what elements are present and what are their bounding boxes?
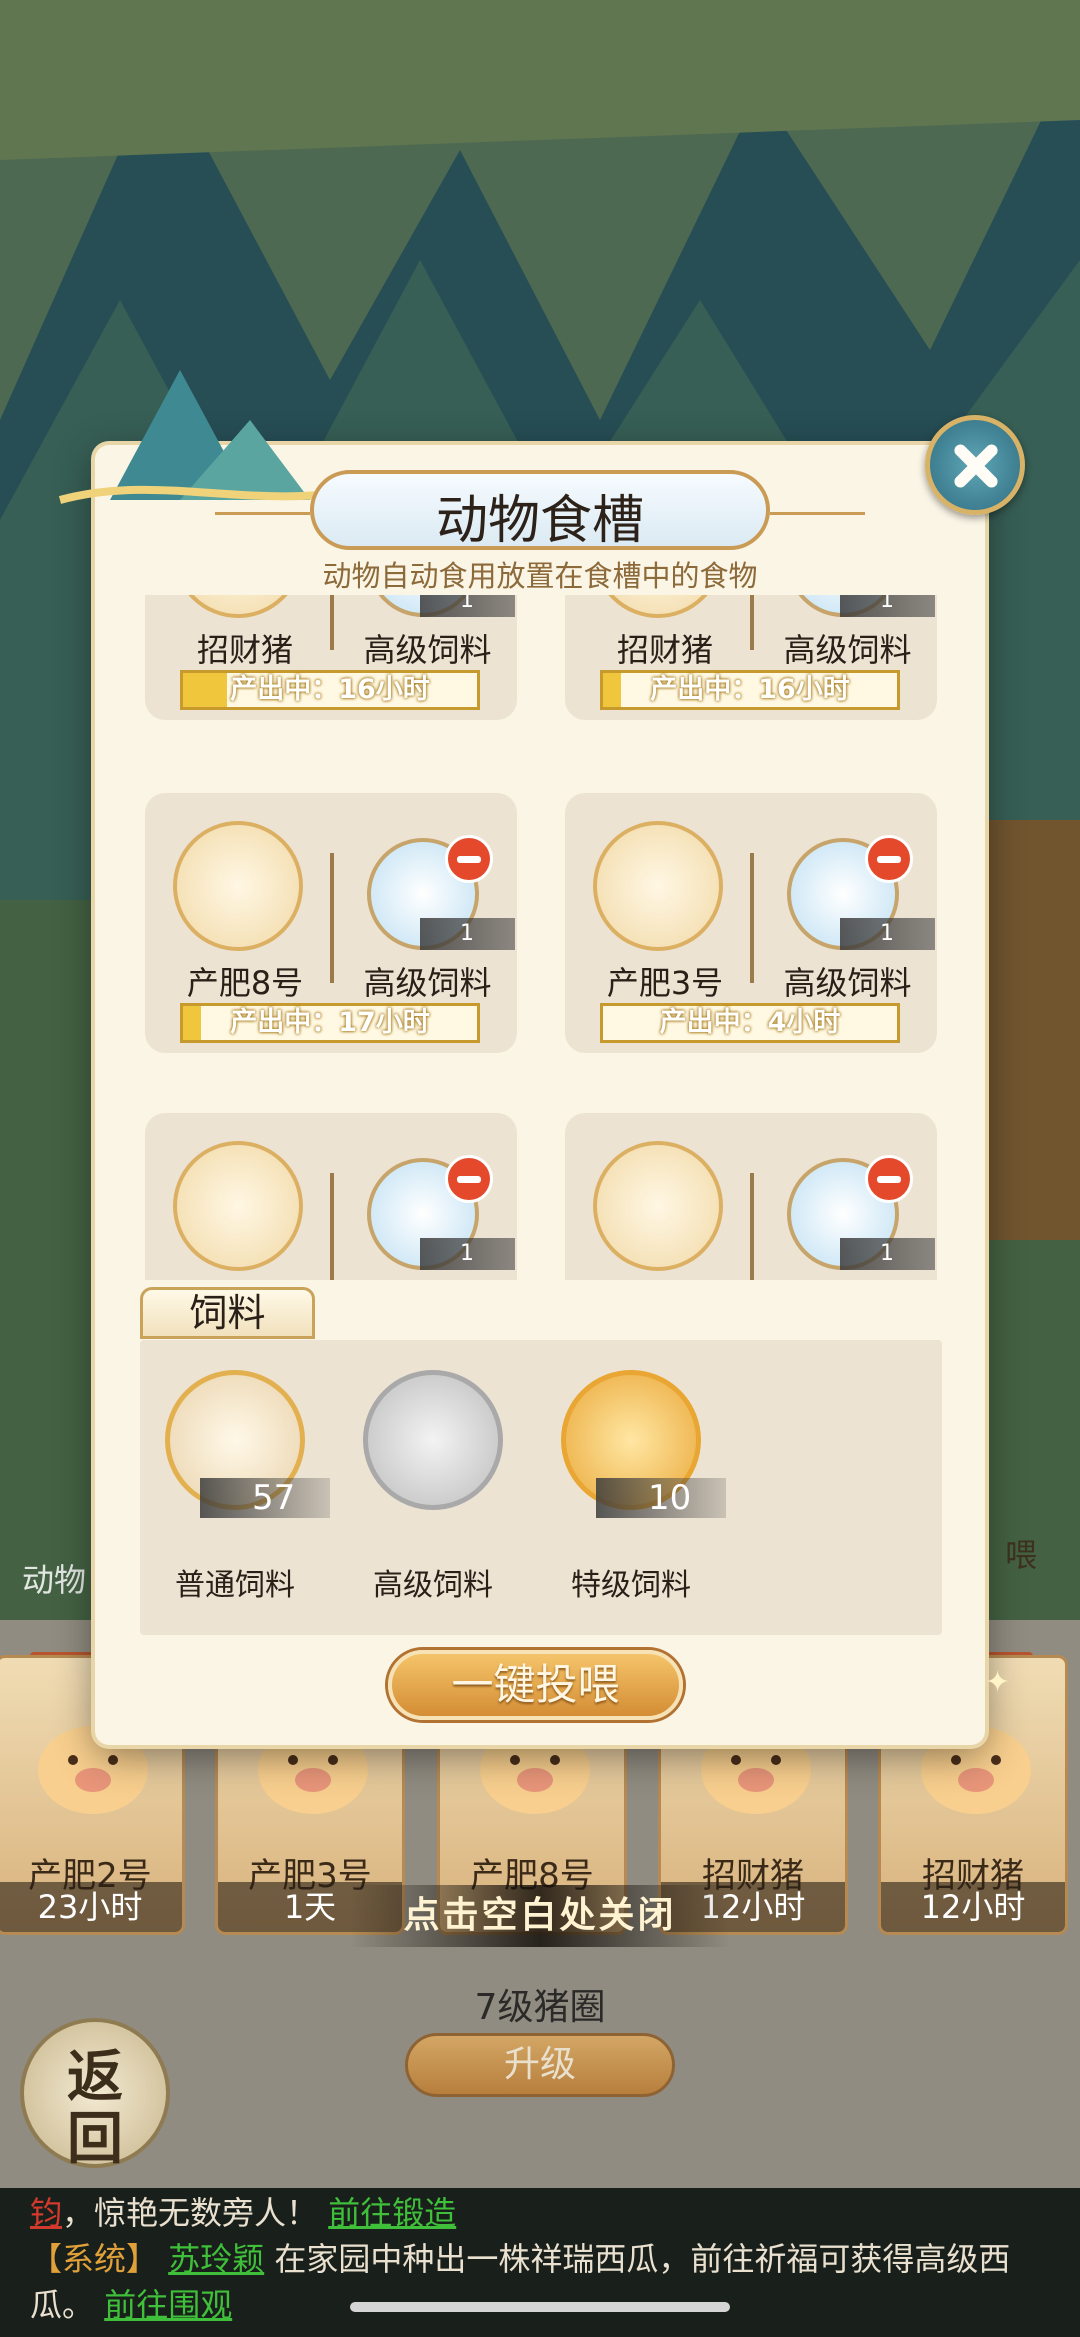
- remove-feed-icon[interactable]: [445, 1155, 493, 1203]
- pig-avatar-icon: [173, 821, 303, 951]
- feed-quantity: 57: [200, 1478, 330, 1518]
- trough-card[interactable]: 1 产肥3号 高级饲料 产出中：4小时: [565, 793, 937, 1053]
- trough-list[interactable]: 1 招财猪 高级饲料 产出中：16小时 1 招财猪 高级饲料 产出中：16小时 …: [140, 595, 940, 1280]
- pig-avatar-icon: [173, 595, 303, 618]
- feed-name: 高级饲料: [783, 964, 912, 1002]
- feed-tab[interactable]: 饲料: [140, 1287, 315, 1339]
- production-status: 产出中：4小时: [600, 1003, 900, 1043]
- trough-card[interactable]: 1 产肥8号 高级饲料 产出中：17小时: [145, 793, 517, 1053]
- section-label: 动物: [22, 1561, 87, 1599]
- production-status: 产出中：16小时: [600, 670, 900, 710]
- feed-inventory-panel: 57 普通饲料 高级饲料 10 特级饲料: [140, 1340, 942, 1635]
- ticker-watch-link[interactable]: 前往围观: [104, 2286, 232, 2324]
- feed-count: 1: [840, 595, 935, 617]
- ticker-line-2: 【系统】 苏玲颖 在家园中种出一株祥瑞西瓜，前往祈福可获得高级西: [30, 2236, 1070, 2282]
- trough-card[interactable]: 1: [145, 1113, 517, 1280]
- animal-name: 产肥8号: [186, 964, 304, 1002]
- trough-card[interactable]: 1 招财猪 高级饲料 产出中：16小时: [565, 595, 937, 720]
- feed-count: 1: [840, 918, 935, 950]
- ticker-player-link[interactable]: 钧: [30, 2194, 62, 2232]
- modal-title: 动物食槽: [435, 491, 644, 551]
- ticker-forge-link[interactable]: 前往锻造: [328, 2194, 456, 2232]
- feed-count: 1: [420, 1238, 515, 1270]
- close-hint: 点击空白处关闭: [350, 1885, 730, 1947]
- sparkle-icon: ✦: [985, 1665, 1011, 1700]
- animal-name: 招财猪: [616, 631, 713, 669]
- production-status-text: 产出中：17小时: [230, 1007, 430, 1038]
- home-indicator[interactable]: [350, 2302, 730, 2312]
- feed-all-button[interactable]: 一键投喂: [388, 1650, 683, 1720]
- feed-label: 普通饲料: [175, 1568, 295, 1603]
- feed-label: 特级饲料: [571, 1568, 691, 1603]
- feed-side-label: 喂: [1005, 1536, 1038, 1574]
- trough-card[interactable]: 1 招财猪 高级饲料 产出中：16小时: [145, 595, 517, 720]
- ticker-line-1: 钧，惊艳无数旁人！ 前往锻造: [30, 2190, 1070, 2236]
- feed-count: 1: [840, 1238, 935, 1270]
- pen-card-time: 23小时: [0, 1882, 182, 1932]
- feed-name: 高级饲料: [363, 964, 492, 1002]
- feed-label: 高级饲料: [373, 1568, 493, 1603]
- feed-count: 1: [420, 595, 515, 617]
- title-divider-right: [770, 512, 865, 515]
- production-status-text: 产出中：16小时: [650, 674, 850, 705]
- pig-avatar-icon: [173, 1141, 303, 1271]
- feed-name: 高级饲料: [363, 631, 492, 669]
- production-status-text: 产出中：4小时: [659, 1007, 841, 1038]
- remove-feed-icon[interactable]: [445, 835, 493, 883]
- close-button[interactable]: [925, 415, 1025, 515]
- title-divider-left: [215, 512, 310, 515]
- feed-quantity: 10: [596, 1478, 726, 1518]
- production-status: 产出中：17小时: [180, 1003, 480, 1043]
- pig-avatar-icon: [593, 595, 723, 618]
- remove-feed-icon[interactable]: [865, 835, 913, 883]
- production-status: 产出中：16小时: [180, 670, 480, 710]
- ticker-system-tag: 【系统】: [30, 2240, 159, 2278]
- feed-item-normal[interactable]: 57 普通饲料: [140, 1370, 330, 1603]
- modal-subtitle: 动物自动食用放置在食槽中的食物: [322, 559, 758, 593]
- production-status-text: 产出中：16小时: [230, 674, 430, 705]
- ticker-user-link[interactable]: 苏玲颖: [168, 2240, 264, 2278]
- ticker-text: ，惊艳无数旁人！: [62, 2194, 319, 2232]
- trough-card[interactable]: 1: [565, 1113, 937, 1280]
- feed-count: 1: [420, 918, 515, 950]
- remove-feed-icon[interactable]: [865, 1155, 913, 1203]
- upgrade-button[interactable]: 升级: [405, 2033, 675, 2097]
- chat-ticker: 钧，惊艳无数旁人！ 前往锻造 【系统】 苏玲颖 在家园中种出一株祥瑞西瓜，前往祈…: [0, 2188, 1080, 2337]
- ticker-text: 瓜。: [30, 2286, 95, 2324]
- ticker-text: 在家园中种出一株祥瑞西瓜，前往祈福可获得高级西: [274, 2240, 1011, 2278]
- pig-avatar-icon: [593, 821, 723, 951]
- back-button[interactable]: 返 回: [20, 2018, 170, 2172]
- animal-name: 产肥3号: [606, 964, 724, 1002]
- pen-card-time: 12小时: [881, 1882, 1065, 1932]
- animal-name: 招财猪: [196, 631, 293, 669]
- feed-item-advanced[interactable]: 高级饲料: [338, 1370, 528, 1603]
- pen-level: 7级猪圈: [474, 1987, 606, 2028]
- feed-name: 高级饲料: [783, 631, 912, 669]
- pig-avatar-icon: [593, 1141, 723, 1271]
- back-label-bottom: 回: [67, 2106, 123, 2172]
- feed-bag-icon: [363, 1370, 503, 1510]
- feed-item-premium[interactable]: 10 特级饲料: [536, 1370, 726, 1603]
